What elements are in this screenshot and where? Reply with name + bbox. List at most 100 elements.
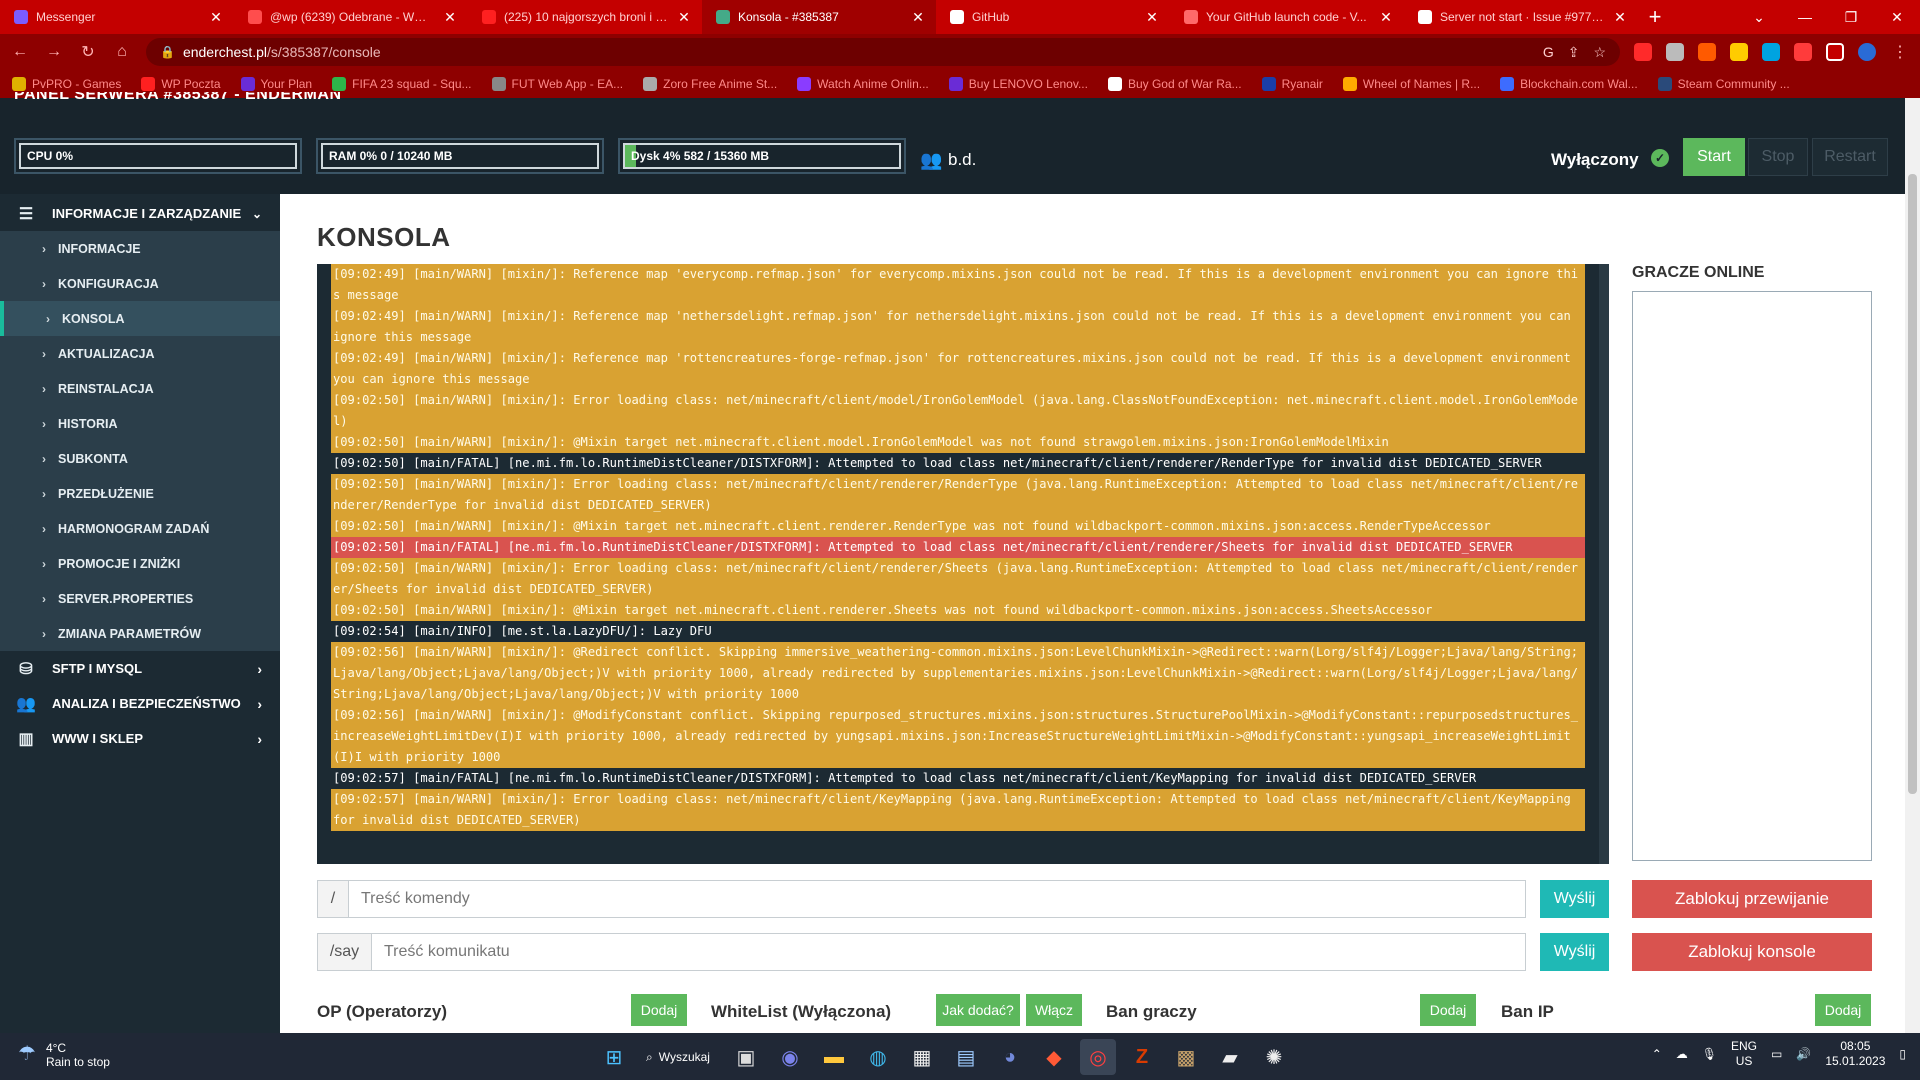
browser-tab[interactable]: Your GitHub launch code - V... ✕ [1170,0,1404,34]
page-scrollbar[interactable] [1905,98,1920,1033]
app-icon[interactable]: ✺ [1256,1039,1292,1075]
url-field[interactable]: 🔒 enderchest.pl/s/385387/console G ⇪ ☆ [146,38,1620,66]
sidebar-item-promocje-i-zni-ki[interactable]: › PROMOCJE I ZNIŻKI [0,546,280,581]
sidebar-item-przed-u-enie[interactable]: › PRZEDŁUŻENIE [0,476,280,511]
avatar[interactable] [1858,43,1876,61]
start-button[interactable]: Start [1683,138,1745,176]
send-command-button[interactable]: Wyślij [1540,880,1609,918]
block-scroll-button[interactable]: Zablokuj przewijanie [1632,880,1872,918]
command-input[interactable]: Treść komendy [349,880,1526,918]
puzzle-icon[interactable] [1794,43,1812,61]
say-input[interactable]: Treść komunikatu [372,933,1526,971]
bookmark-item[interactable]: WP Poczta [141,77,221,91]
close-tab-icon[interactable]: ✕ [676,9,692,26]
file-explorer-icon[interactable]: ▬ [816,1039,852,1075]
sidebar-item-reinstalacja[interactable]: › REINSTALACJA [0,371,280,406]
sidepanel-icon[interactable] [1826,43,1844,61]
bookmark-item[interactable]: Steam Community ... [1657,77,1790,91]
bookmark-item[interactable]: Buy God of War Ra... [1107,77,1242,91]
chevron-up-icon[interactable]: ⌃ [1652,1047,1662,1061]
extension-icon[interactable] [1634,43,1652,61]
browser-tab[interactable]: GitHub ✕ [936,0,1170,34]
bookmark-item[interactable]: FUT Web App - EA... [491,77,623,91]
stop-button[interactable]: Stop [1748,138,1808,176]
map-pin-icon[interactable]: ◆ [1036,1039,1072,1075]
google-icon[interactable]: G [1543,44,1554,61]
bookmark-item[interactable]: Blockchain.com Wal... [1500,77,1638,91]
bookmark-item[interactable]: Buy LENOVO Lenov... [948,77,1088,91]
store-icon[interactable]: ▦ [904,1039,940,1075]
network-icon[interactable]: ▭ [1771,1047,1782,1061]
home-icon[interactable]: ⌂ [112,43,132,61]
discord-icon[interactable]: ◕ [992,1039,1028,1075]
ban-ip-add-button[interactable]: Dodaj [1815,994,1871,1026]
whitelist-how-button[interactable]: Jak dodać? [936,994,1020,1026]
close-tab-icon[interactable]: ✕ [1378,9,1394,26]
scrollbar-thumb[interactable] [1908,174,1917,794]
sidebar-item-aktualizacja[interactable]: › AKTUALIZACJA [0,336,280,371]
bookmark-item[interactable]: Zoro Free Anime St... [643,77,777,91]
bookmark-item[interactable]: Wheel of Names | R... [1342,77,1480,91]
bookmark-item[interactable]: Ryanair [1261,77,1323,91]
bookmark-item[interactable]: FIFA 23 squad - Squ... [332,77,472,91]
bookmark-item[interactable]: Watch Anime Onlin... [797,77,929,91]
extension-icon[interactable] [1666,43,1684,61]
restore-icon[interactable]: ❐ [1828,0,1874,34]
weather-widget[interactable]: ☂ 4°C Rain to stop [18,1041,110,1069]
minecraft-icon[interactable]: ▩ [1168,1039,1204,1075]
close-window-icon[interactable]: ✕ [1874,0,1920,34]
extension-icon[interactable] [1762,43,1780,61]
sidebar-item-subkonta[interactable]: › SUBKONTA [0,441,280,476]
send-say-button[interactable]: Wyślij [1540,933,1609,971]
browser-tab[interactable]: (225) 10 najgorszych broni i wo... ✕ [468,0,702,34]
reload-icon[interactable]: ↻ [78,42,98,62]
close-tab-icon[interactable]: ✕ [442,9,458,26]
photos-icon[interactable]: ▤ [948,1039,984,1075]
extension-icon[interactable] [1698,43,1716,61]
sidebar-item-konsola[interactable]: › KONSOLA [0,301,280,336]
sidebar-item-sftp-i-mysql[interactable]: ⛁ SFTP I MYSQL › [0,651,280,686]
sidebar-item-server-properties[interactable]: › SERVER.PROPERTIES [0,581,280,616]
edge-icon[interactable]: ◍ [860,1039,896,1075]
bookmark-star-icon[interactable]: ☆ [1593,44,1606,61]
new-tab-button[interactable]: + [1638,0,1672,34]
sidebar-item-harmonogram-zada[interactable]: › HARMONOGRAM ZADAŃ [0,511,280,546]
share-icon[interactable]: ⇪ [1568,44,1580,61]
ban-players-add-button[interactable]: Dodaj [1420,994,1476,1026]
browser-tab[interactable]: Server not start · Issue #977 · L... ✕ [1404,0,1638,34]
taskbar-search[interactable]: ⌕ Wyszukaj [640,1040,720,1074]
sidebar-item-konfiguracja[interactable]: › KONFIGURACJA [0,266,280,301]
restart-button[interactable]: Restart [1812,138,1888,176]
microphone-icon[interactable]: 🎙 [1702,1047,1717,1061]
tab-search-icon[interactable]: ⌄ [1736,0,1782,34]
browser-tab[interactable]: @wp (6239) Odebrane - WP Po... ✕ [234,0,468,34]
cloud-icon[interactable]: ☁ [1676,1047,1688,1061]
teams-chat-icon[interactable]: ◉ [772,1039,808,1075]
console-scrollbar[interactable] [1599,264,1609,864]
close-tab-icon[interactable]: ✕ [1144,9,1160,26]
sidebar-item-historia[interactable]: › HISTORIA [0,406,280,441]
sidebar-item-www-i-sklep[interactable]: ▥ WWW I SKLEP › [0,721,280,756]
windows-start-icon[interactable]: ⊞ [596,1039,632,1075]
sidebar-item-informacje[interactable]: › INFORMACJE [0,231,280,266]
extension-icon[interactable] [1730,43,1748,61]
volume-icon[interactable]: 🔊 [1796,1047,1811,1061]
bookmark-item[interactable]: Your Plan [240,77,312,91]
task-view-icon[interactable]: ▣ [728,1039,764,1075]
close-tab-icon[interactable]: ✕ [208,9,224,26]
sidebar-item-zmiana-parametr-w[interactable]: › ZMIANA PARAMETRÓW [0,616,280,651]
forward-icon[interactable]: → [44,43,64,61]
op-add-button[interactable]: Dodaj [631,994,687,1026]
browser-tab[interactable]: Konsola - #385387 ✕ [702,0,936,34]
minimize-icon[interactable]: — [1782,0,1828,34]
chrome-icon[interactable]: ◎ [1080,1039,1116,1075]
notification-icon[interactable]: ▯ [1899,1047,1906,1061]
back-icon[interactable]: ← [10,43,30,61]
console-output[interactable]: [09:02:49] [main/WARN] [mixin/]: Referen… [317,264,1609,864]
filezilla-icon[interactable]: Z [1124,1039,1160,1075]
clock[interactable]: 08:05 15.01.2023 [1825,1039,1885,1069]
sidebar-item-informacje-i-zarz-dzanie[interactable]: ☰ INFORMACJE I ZARZĄDZANIE ⌄ [0,196,280,231]
close-tab-icon[interactable]: ✕ [1612,9,1628,26]
language-indicator[interactable]: ENG US [1731,1039,1757,1069]
whitelist-enable-button[interactable]: Włącz [1026,994,1082,1026]
